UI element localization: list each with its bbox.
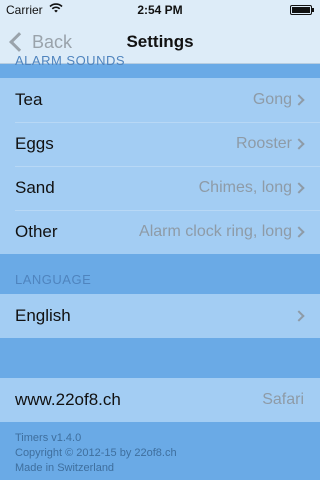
row-value: Alarm clock ring, long (139, 223, 292, 240)
section-header-language: LANGUAGE (15, 272, 92, 287)
alarm-row-eggs[interactable]: Eggs Rooster (0, 122, 320, 166)
footer: Timers v1.4.0 Copyright © 2012-15 by 22o… (15, 431, 177, 476)
website-link: www.22of8.ch (15, 390, 121, 409)
battery-icon (290, 5, 314, 15)
row-value: Chimes, long (198, 179, 292, 196)
chevron-right-icon (293, 94, 305, 106)
footer-copyright: Copyright © 2012-15 by 22of8.ch (15, 447, 177, 459)
chevron-right-icon (293, 182, 305, 194)
row-label: English (15, 306, 71, 325)
row-value: Gong (252, 91, 292, 108)
row-value: Safari (262, 391, 304, 408)
language-group: English (0, 294, 320, 338)
website-row[interactable]: www.22of8.ch Safari (0, 378, 320, 422)
website-group: www.22of8.ch Safari (0, 378, 320, 422)
chevron-right-icon (293, 138, 305, 150)
row-label: Sand (15, 178, 55, 197)
alarm-row-tea[interactable]: Tea Gong (0, 78, 320, 122)
alarm-row-other[interactable]: Other Alarm clock ring, long (0, 210, 320, 254)
footer-origin: Made in Switzerland (15, 462, 115, 474)
language-row[interactable]: English (0, 294, 320, 338)
row-label: Tea (15, 90, 43, 109)
chevron-right-icon (293, 226, 305, 238)
alarm-row-sand[interactable]: Sand Chimes, long (0, 166, 320, 210)
chevron-right-icon (293, 310, 305, 322)
alarm-sounds-group: Tea Gong Eggs Rooster Sand Chimes, long … (0, 78, 320, 254)
section-header-alarm-sounds: ALARM SOUNDS (15, 53, 126, 68)
status-bar: Carrier 2:54 PM (0, 0, 320, 20)
row-label: Eggs (15, 134, 54, 153)
footer-version: Timers v1.4.0 (15, 432, 82, 444)
status-time: 2:54 PM (137, 3, 183, 17)
row-label: Other (15, 222, 58, 241)
row-value: Rooster (235, 135, 292, 152)
